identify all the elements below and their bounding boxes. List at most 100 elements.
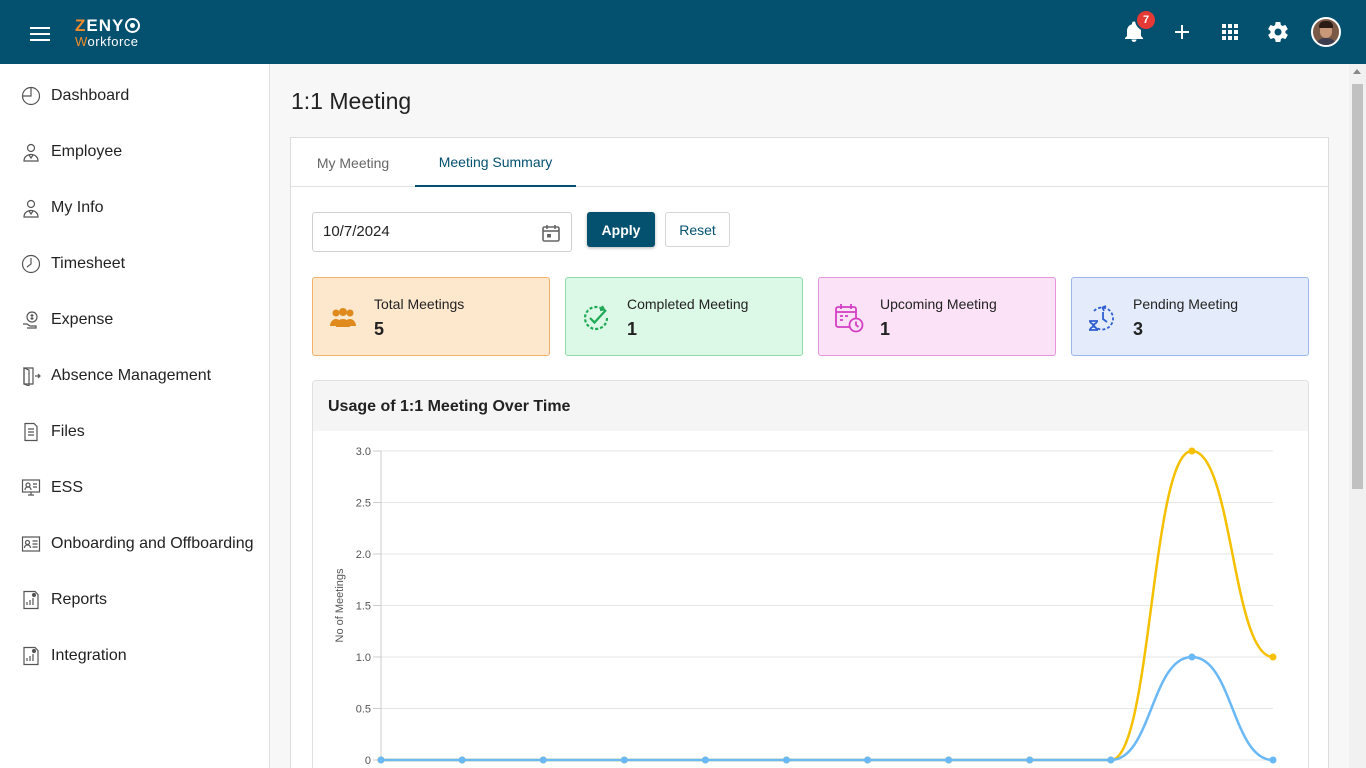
logo-letter-w: W: [75, 34, 88, 49]
sidebar-item-my-info[interactable]: My Info: [0, 188, 269, 228]
series-point-1: [701, 756, 709, 764]
sidebar-item-label: ESS: [51, 479, 84, 496]
stat-completed-meeting: Completed Meeting 1: [565, 277, 803, 356]
stat-value: 1: [627, 319, 638, 339]
y-tick-label: 0: [365, 755, 371, 767]
usage-line-chart: 0 0.5 1.0 1.5 2.0 2.5 3.0 No of Meetings: [334, 446, 1277, 767]
date-field[interactable]: [312, 212, 572, 252]
sidebar-item-integration[interactable]: Integration: [0, 636, 269, 676]
series-point-1: [1269, 756, 1277, 764]
hourglass-clock-icon: [1086, 302, 1118, 334]
stat-upcoming-meeting: Upcoming Meeting 1: [818, 277, 1056, 356]
integration-icon: [21, 646, 41, 666]
stat-label: Pending Meeting: [1133, 296, 1239, 312]
page-title: 1:1 Meeting: [291, 88, 412, 114]
apps-grid-icon[interactable]: [1218, 20, 1242, 44]
group-icon: [327, 302, 359, 334]
calendar-icon[interactable]: [541, 223, 561, 243]
tab-my-meeting[interactable]: My Meeting: [291, 138, 415, 187]
sidebar-item-employee[interactable]: Employee: [0, 132, 269, 172]
sidebar: Dashboard Employee My Info Timesheet Exp…: [0, 64, 270, 768]
series-point-0: [1188, 447, 1196, 455]
series-point-1: [945, 756, 953, 764]
tab-meeting-summary[interactable]: Meeting Summary: [415, 138, 576, 187]
id-card-icon: [21, 534, 41, 554]
y-tick-label: 1.5: [356, 601, 371, 613]
dashboard-icon: [21, 86, 41, 106]
sidebar-item-label: Expense: [51, 311, 114, 328]
scroll-up-arrow-icon[interactable]: [1353, 69, 1361, 74]
series-point-1: [539, 756, 547, 764]
series-point-1: [782, 756, 790, 764]
employee-icon: [21, 142, 41, 162]
series-point-1: [1107, 756, 1115, 764]
ess-icon: [21, 478, 41, 498]
avatar[interactable]: [1311, 17, 1341, 47]
sidebar-item-label: My Info: [51, 199, 104, 216]
menu-icon[interactable]: [30, 27, 50, 41]
door-exit-icon: [21, 366, 41, 387]
tab-bar: My Meeting Meeting Summary: [291, 138, 1328, 187]
series-point-1: [1188, 653, 1196, 661]
series-point-0: [1269, 653, 1277, 661]
stat-value: 1: [880, 319, 891, 339]
y-tick-label: 2.5: [356, 498, 371, 510]
y-axis-label: No of Meetings: [334, 568, 346, 642]
stat-label: Total Meetings: [374, 296, 465, 312]
stat-value: 3: [1133, 319, 1144, 339]
sidebar-item-onboarding-offboarding[interactable]: Onboarding and Offboarding: [0, 524, 269, 564]
sidebar-item-dashboard[interactable]: Dashboard: [0, 76, 269, 116]
report-icon: [21, 590, 41, 610]
clock-icon: [21, 254, 41, 274]
file-icon: [21, 422, 41, 442]
apply-button[interactable]: Apply: [587, 212, 655, 247]
sidebar-item-absence-management[interactable]: Absence Management: [0, 356, 269, 396]
series-point-1: [377, 756, 385, 764]
scroll-thumb[interactable]: [1352, 84, 1363, 489]
logo-text-top: ENY: [86, 16, 125, 35]
series-point-1: [864, 756, 872, 764]
plus-icon[interactable]: [1170, 20, 1194, 44]
sidebar-item-files[interactable]: Files: [0, 412, 269, 452]
stat-pending-meeting: Pending Meeting 3: [1071, 277, 1309, 356]
sidebar-item-label: Employee: [51, 143, 123, 160]
series-point-1: [458, 756, 466, 764]
sidebar-item-label: Absence Management: [51, 367, 212, 384]
series-point-1: [620, 756, 628, 764]
sidebar-item-label: Integration: [51, 647, 127, 664]
sidebar-item-expense[interactable]: Expense: [0, 300, 269, 340]
y-tick-label: 3.0: [356, 446, 371, 458]
sidebar-item-label: Timesheet: [51, 255, 126, 272]
y-tick-label: 2.0: [356, 549, 371, 561]
meeting-card: My Meeting Meeting Summary Apply Reset T…: [290, 137, 1329, 768]
sidebar-item-ess[interactable]: ESS: [0, 468, 269, 508]
gear-icon[interactable]: [1266, 20, 1290, 44]
logo-text-bottom: orkforce: [87, 34, 139, 49]
stat-label: Completed Meeting: [627, 296, 749, 312]
logo-ring-icon: [125, 18, 141, 33]
top-app-bar: Z ENY Workforce 7: [0, 0, 1366, 64]
sidebar-item-timesheet[interactable]: Timesheet: [0, 244, 269, 284]
sidebar-item-label: Dashboard: [51, 87, 130, 104]
date-input[interactable]: [323, 223, 523, 240]
notification-badge: 7: [1135, 9, 1157, 31]
stat-total-meetings: Total Meetings 5: [312, 277, 550, 356]
sidebar-item-label: Onboarding and Offboarding: [51, 535, 254, 552]
app-logo[interactable]: Z ENY Workforce: [75, 16, 141, 49]
expense-icon: [21, 310, 41, 330]
sidebar-item-reports[interactable]: Reports: [0, 580, 269, 620]
sidebar-item-label: Files: [51, 423, 85, 440]
usage-chart-panel: Usage of 1:1 Meeting Over Time 0 0.5 1.0 1.…: [312, 380, 1309, 768]
y-tick-label: 0.5: [356, 704, 371, 716]
y-tick-label: 1.0: [356, 652, 371, 664]
reset-button[interactable]: Reset: [665, 212, 730, 247]
check-clock-icon: [580, 302, 612, 334]
sidebar-item-label: Reports: [51, 591, 108, 608]
calendar-clock-icon: [833, 302, 865, 334]
logo-letter-z: Z: [75, 16, 87, 35]
stat-label: Upcoming Meeting: [880, 296, 997, 312]
series-point-1: [1026, 756, 1034, 764]
my-info-icon: [21, 198, 41, 218]
stat-value: 5: [374, 319, 385, 339]
page-scrollbar[interactable]: [1349, 64, 1366, 768]
